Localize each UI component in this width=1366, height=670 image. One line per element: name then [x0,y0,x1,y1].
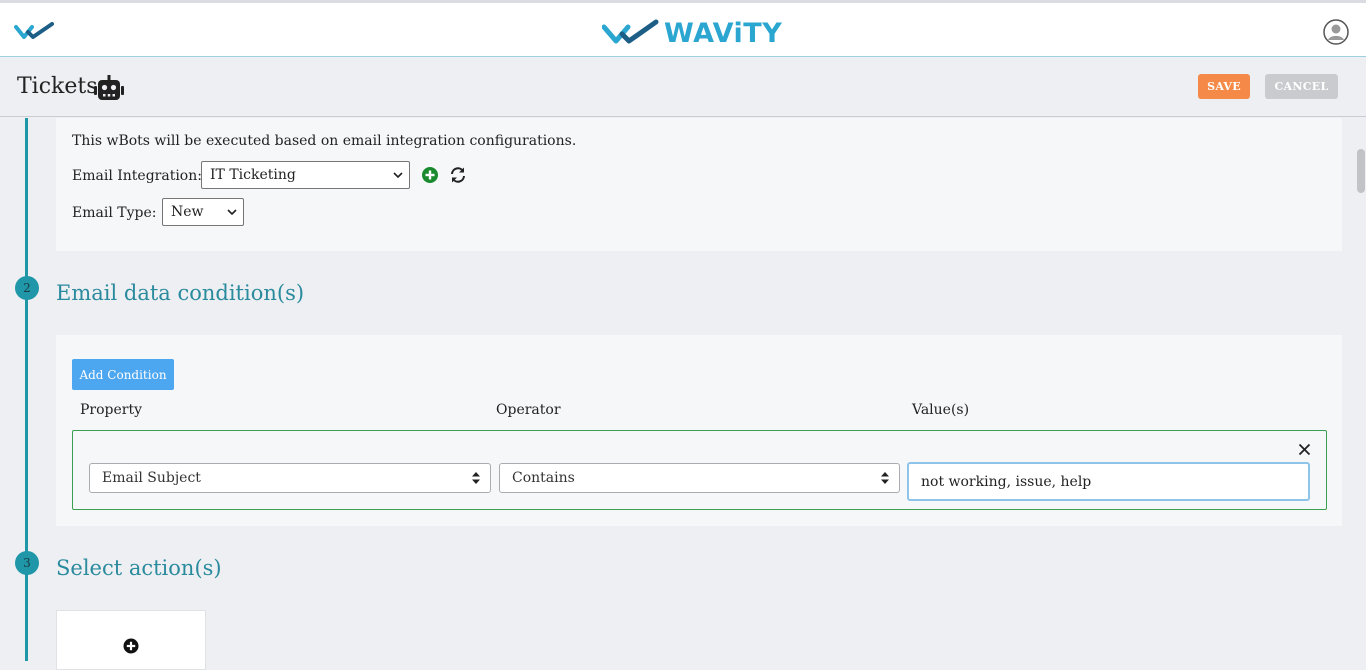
app-logo-icon[interactable] [14,22,56,42]
remove-condition-icon[interactable] [1298,443,1311,456]
scrollbar-thumb[interactable] [1357,149,1365,193]
property-select[interactable]: Email Subject [89,463,491,493]
brand-name: WAViTY [664,17,783,49]
chevron-down-icon [227,209,237,215]
robot-icon [94,75,124,100]
values-column-header: Value(s) [912,402,970,418]
add-condition-button[interactable]: Add Condition [72,359,174,390]
cancel-button[interactable]: CANCEL [1265,74,1338,99]
save-button[interactable]: SAVE [1198,74,1250,99]
scrollbar-track[interactable] [1355,118,1366,661]
brand-logo: WAViTY [602,17,782,49]
email-type-label: Email Type: [72,205,157,221]
top-bar: WAViTY [0,0,1366,57]
refresh-icon[interactable] [449,166,467,184]
wbots-description: This wBots will be executed based on ema… [72,133,577,149]
add-action-icon[interactable] [123,638,139,654]
property-value: Email Subject [102,470,201,486]
email-type-select[interactable]: New [162,198,244,226]
select-arrows-icon [881,472,889,484]
page-header: Tickets SAVE CANCEL [0,57,1366,117]
email-type-value: New [171,204,204,220]
email-integration-select[interactable]: IT Ticketing [201,161,410,189]
add-integration-icon[interactable] [421,166,439,184]
page-title: Tickets [17,74,98,99]
chevron-down-icon [393,172,403,178]
select-arrows-icon [472,472,480,484]
conditions-section-title: Email data condition(s) [56,281,305,305]
email-integration-label: Email Integration: [72,168,202,184]
operator-select[interactable]: Contains [499,463,900,493]
user-avatar-icon[interactable] [1323,19,1349,45]
email-integration-value: IT Ticketing [210,167,296,183]
timeline-line [25,118,28,661]
step-3-indicator: 3 [15,551,39,575]
operator-value: Contains [512,470,575,486]
step-2-indicator: 2 [15,276,39,300]
add-action-card[interactable] [56,610,206,670]
operator-column-header: Operator [496,402,561,418]
property-column-header: Property [80,402,143,418]
actions-section-title: Select action(s) [56,556,222,580]
condition-value-input[interactable] [907,462,1310,501]
brand-mark-icon [602,19,659,44]
